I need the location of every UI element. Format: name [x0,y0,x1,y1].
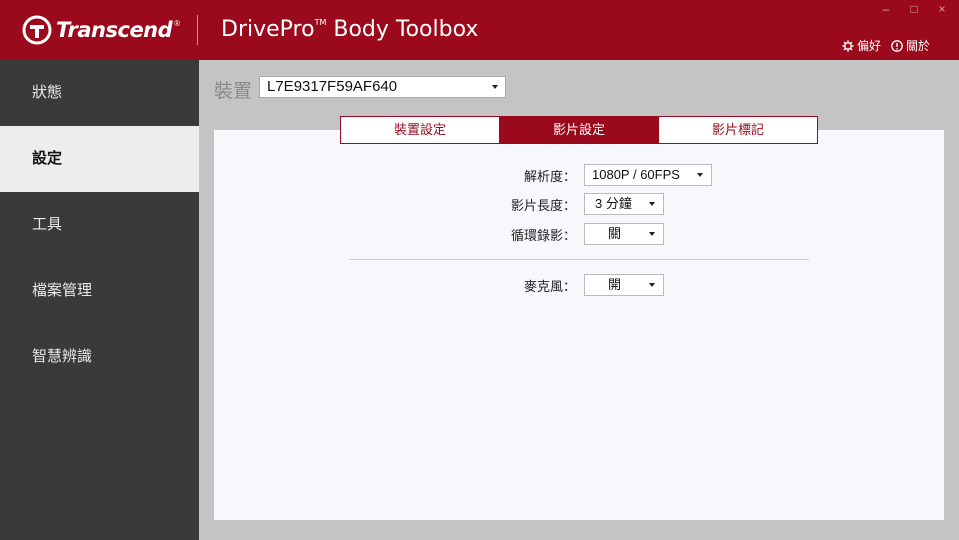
header-links: 偏好 關於 [842,37,930,54]
app-title-main: DrivePro [221,17,315,42]
about-link[interactable]: 關於 [891,37,930,54]
sidebar-item-label: 智慧辨識 [32,348,93,365]
resolution-row: 解析度： 1080P / 60FPS [0,164,959,186]
clip-length-value: 3 分鐘 [595,196,632,211]
minimize-button[interactable]: – [879,2,893,16]
clip-length-select[interactable]: 3 分鐘 [584,193,664,215]
loop-recording-row: 循環錄影： 關 [0,223,959,245]
tab-video-settings[interactable]: 影片設定 [499,117,658,143]
window-controls: – □ × [879,2,949,16]
resolution-label: 解析度： [523,169,576,184]
gear-icon [842,40,854,51]
app-title-trademark: TM [314,18,327,27]
microphone-label: 麥克風： [523,279,576,294]
loop-recording-value: 關 [608,226,622,241]
sidebar: 狀態 設定 工具 檔案管理 智慧辨識 [0,60,199,540]
clip-length-row: 影片長度： 3 分鐘 [0,193,959,215]
brand-name: Transcend [56,18,173,42]
preferences-label: 偏好 [856,39,881,53]
tab-device-settings[interactable]: 裝置設定 [341,117,499,143]
info-icon [891,39,903,52]
sidebar-item-label: 狀態 [32,84,63,101]
settings-panel [214,130,944,520]
about-label: 關於 [905,39,930,53]
microphone-value: 開 [608,277,622,292]
chevron-down-icon [492,85,498,89]
maximize-button[interactable]: □ [907,2,921,16]
resolution-select[interactable]: 1080P / 60FPS [584,164,712,186]
app-title: DriveProTM Body Toolbox [221,17,478,42]
section-divider [349,259,809,260]
transcend-logo: Transcend ® [22,15,180,45]
tab-video-marking[interactable]: 影片標記 [658,117,817,143]
chevron-down-icon [649,283,655,287]
preferences-link[interactable]: 偏好 [842,37,881,54]
chevron-down-icon [697,173,703,177]
app-title-rest: Body Toolbox [326,17,479,42]
microphone-row: 麥克風： 開 [0,274,959,296]
sidebar-item-status[interactable]: 狀態 [0,60,199,126]
device-select-value: L7E9317F59AF640 [267,78,398,95]
settings-tabs: 裝置設定 影片設定 影片標記 [340,116,818,144]
clip-length-label: 影片長度： [510,198,576,213]
device-select[interactable]: L7E9317F59AF640 [259,76,506,98]
chevron-down-icon [649,232,655,236]
device-label: 裝置 [214,81,253,102]
close-button[interactable]: × [935,2,949,16]
header-divider [197,15,198,45]
microphone-select[interactable]: 開 [584,274,664,296]
chevron-down-icon [649,202,655,206]
resolution-value: 1080P / 60FPS [592,167,680,182]
brand-registered-mark: ® [174,19,181,28]
app-header: Transcend ® DriveProTM Body Toolbox – □ … [0,0,959,60]
sidebar-item-smart-recognition[interactable]: 智慧辨識 [0,324,199,390]
loop-recording-label: 循環錄影： [510,228,576,243]
transcend-logo-icon [22,15,52,45]
loop-recording-select[interactable]: 關 [584,223,664,245]
